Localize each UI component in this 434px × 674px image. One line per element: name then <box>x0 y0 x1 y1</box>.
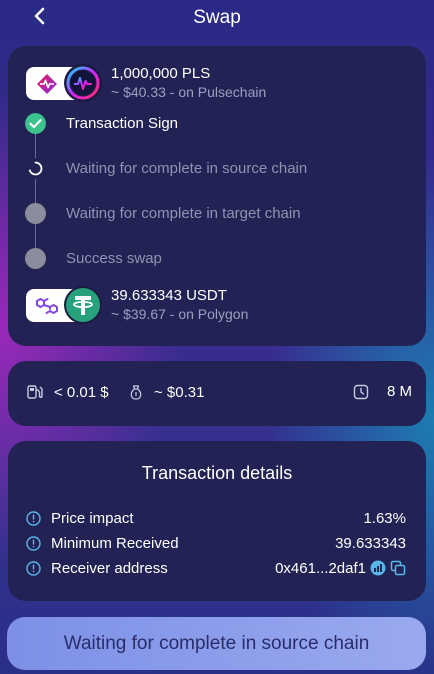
loading-spinner-icon <box>28 161 43 176</box>
swap-route-card: 1,000,000 PLS ~ $40.33 - on Pulsechain T… <box>8 46 426 346</box>
details-title: Transaction details <box>141 463 293 483</box>
source-amount: 1,000,000 PLS <box>111 65 211 82</box>
minimum-received-label: Minimum Received <box>51 534 179 552</box>
step-source-chain: Waiting for complete in source chain <box>25 158 307 179</box>
info-icon[interactable] <box>26 560 41 576</box>
target-token-row: 39.633343 USDT ~ $39.67 - on Polygon <box>26 286 248 324</box>
step-label: Success swap <box>66 250 162 267</box>
estimated-time-value: 8 M <box>387 383 413 400</box>
swap-status-button[interactable]: Waiting for complete in source chain <box>7 617 426 670</box>
explorer-icon[interactable] <box>370 560 386 576</box>
info-icon[interactable] <box>26 510 41 526</box>
step-success: Success swap <box>25 248 162 269</box>
usdt-icon <box>64 286 102 324</box>
step-transaction-sign: Transaction Sign <box>25 113 178 134</box>
step-label: Transaction Sign <box>66 115 179 132</box>
info-icon[interactable] <box>26 535 41 551</box>
pending-dot-icon <box>25 248 46 269</box>
copy-icon[interactable] <box>390 560 406 576</box>
source-token-pair <box>26 64 102 102</box>
pls-token-icon <box>64 64 102 102</box>
header: Swap <box>0 0 434 36</box>
page-title: Swap <box>193 7 241 28</box>
pending-dot-icon <box>25 203 46 224</box>
price-impact-label: Price impact <box>51 509 134 527</box>
minimum-received-row: Minimum Received 39.633343 <box>26 533 406 553</box>
transaction-details-card: Transaction details Price impact 1.63% M… <box>8 441 426 601</box>
target-value: ~ $39.67 - on Polygon <box>111 306 249 322</box>
bridge-fee-value: ~ $0.31 <box>154 383 205 401</box>
step-target-chain: Waiting for complete in target chain <box>25 203 301 224</box>
timer-icon <box>353 384 369 399</box>
polygon-icon <box>35 294 59 318</box>
receiver-address-row: Receiver address 0x461...2daf1 <box>26 558 406 578</box>
price-impact-row: Price impact 1.63% <box>26 508 406 528</box>
price-impact-value: 1.63% <box>363 509 406 527</box>
fee-summary-card: < 0.01 $ ~ $0.31 8 M <box>8 361 426 426</box>
step-label: Waiting for complete in source chain <box>66 160 308 177</box>
check-circle-icon <box>25 113 46 134</box>
step-label: Waiting for complete in target chain <box>66 205 301 222</box>
target-amount: 39.633343 USDT <box>111 287 227 304</box>
gas-fee-value: < 0.01 $ <box>54 383 109 401</box>
receiver-address-value: 0x461...2daf1 <box>275 559 366 577</box>
pulsechain-icon <box>35 72 59 96</box>
receiver-address-label: Receiver address <box>51 559 168 577</box>
estimated-time: 8 M <box>353 383 412 400</box>
gas-pump-icon <box>27 385 43 399</box>
source-token-row: 1,000,000 PLS ~ $40.33 - on Pulsechain <box>26 64 266 102</box>
fee-bag-icon <box>130 385 142 400</box>
gas-fee: < 0.01 $ <box>26 383 109 401</box>
source-value: ~ $40.33 - on Pulsechain <box>111 84 267 100</box>
bridge-fee: ~ $0.31 <box>128 383 204 401</box>
target-token-pair <box>26 286 102 324</box>
minimum-received-value: 39.633343 <box>335 534 406 552</box>
receiver-address-group: 0x461...2daf1 <box>275 560 406 577</box>
